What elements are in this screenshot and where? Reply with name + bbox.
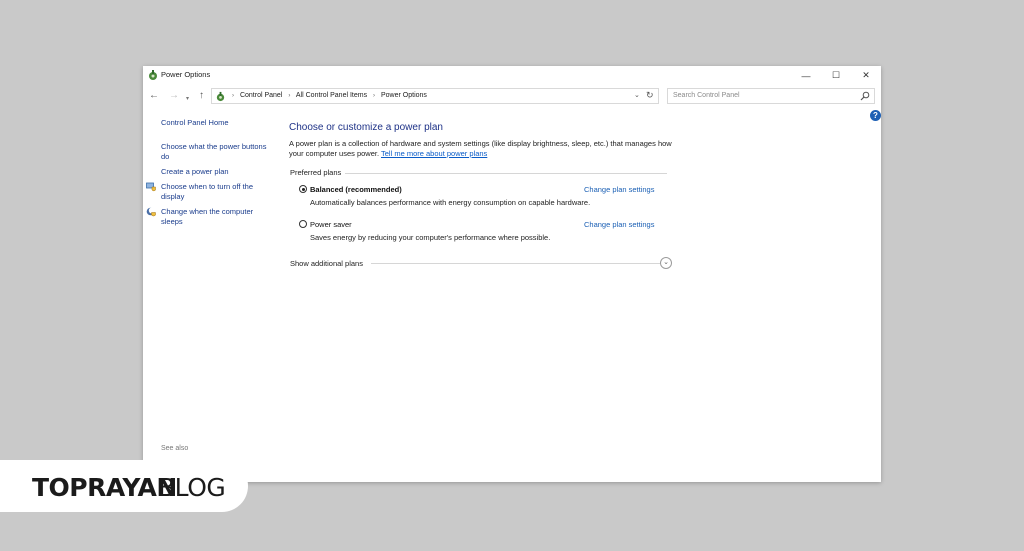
radio-power-saver[interactable] <box>299 220 307 228</box>
learn-more-link[interactable]: Tell me more about power plans <box>381 149 487 158</box>
search-icon[interactable] <box>860 91 870 101</box>
change-plan-settings-balanced-link[interactable]: Change plan settings <box>584 185 654 194</box>
change-plan-settings-power-saver-link[interactable]: Change plan settings <box>584 220 654 229</box>
maximize-button[interactable]: ☐ <box>821 66 851 85</box>
preferred-plans-header: Preferred plans <box>290 168 342 177</box>
address-bar[interactable]: › Control Panel › All Control Panel Item… <box>211 88 659 104</box>
power-options-icon <box>149 70 157 80</box>
page-description: A power plan is a collection of hardware… <box>289 139 679 158</box>
search-input[interactable]: Search Control Panel <box>667 88 875 104</box>
power-options-window: Power Options — ☐ ✕ ← → ▾ ↑ › Control Pa… <box>143 66 881 482</box>
navigation-bar: ← → ▾ ↑ › Control Panel › All Control Pa… <box>143 87 881 105</box>
monitor-shield-icon <box>146 182 156 192</box>
sidebar-item-power-buttons[interactable]: Choose what the power buttons do <box>161 142 271 161</box>
watermark-light-text: BLOG <box>158 473 226 502</box>
watermark-bold-text: TOPRAYAN <box>32 473 177 502</box>
address-dropdown-button[interactable]: ⌄ <box>634 91 640 99</box>
back-button[interactable]: ← <box>149 89 159 103</box>
window-title: Power Options <box>161 70 211 79</box>
chevron-down-icon[interactable]: ⌄ <box>660 257 672 269</box>
plan-desc-balanced: Automatically balances performance with … <box>310 198 591 207</box>
up-button[interactable]: ↑ <box>199 89 204 103</box>
sidebar-item-control-panel-home[interactable]: Control Panel Home <box>161 118 229 127</box>
page-title: Choose or customize a power plan <box>289 122 443 133</box>
plan-name-balanced[interactable]: Balanced (recommended) <box>310 185 402 194</box>
sidebar-item-display-off[interactable]: Choose when to turn off the display <box>161 182 271 201</box>
title-bar: Power Options — ☐ ✕ <box>143 66 881 85</box>
plan-name-power-saver[interactable]: Power saver <box>310 220 352 229</box>
breadcrumb-separator: › <box>373 93 376 99</box>
sidebar-item-create-plan[interactable]: Create a power plan <box>161 167 271 177</box>
control-panel-icon <box>216 91 225 102</box>
forward-button[interactable]: → <box>169 89 179 103</box>
breadcrumb-all-items[interactable]: All Control Panel Items <box>296 92 367 99</box>
breadcrumb-separator: › <box>232 93 234 99</box>
recent-locations-button[interactable]: ▾ <box>186 92 189 106</box>
see-also-label: See also <box>161 445 189 452</box>
breadcrumb-separator: › <box>288 93 291 99</box>
sidebar-item-sleep[interactable]: Change when the computer sleeps <box>161 207 271 226</box>
watermark-badge: TOPRAYAN BLOG <box>0 460 248 512</box>
show-additional-plans-label[interactable]: Show additional plans <box>290 259 363 268</box>
moon-shield-icon <box>146 207 156 217</box>
divider <box>345 173 667 174</box>
refresh-button[interactable]: ↻ <box>646 90 654 101</box>
minimize-button[interactable]: — <box>791 66 821 85</box>
help-icon[interactable]: ? <box>870 110 881 121</box>
plan-desc-power-saver: Saves energy by reducing your computer's… <box>310 233 551 242</box>
breadcrumb-control-panel[interactable]: Control Panel <box>240 92 282 99</box>
search-placeholder: Search Control Panel <box>673 92 740 99</box>
divider <box>371 263 661 264</box>
radio-balanced[interactable] <box>299 185 307 193</box>
close-button[interactable]: ✕ <box>851 66 881 85</box>
breadcrumb-power-options[interactable]: Power Options <box>381 92 427 99</box>
breadcrumb: › Control Panel › All Control Panel Item… <box>228 92 427 99</box>
